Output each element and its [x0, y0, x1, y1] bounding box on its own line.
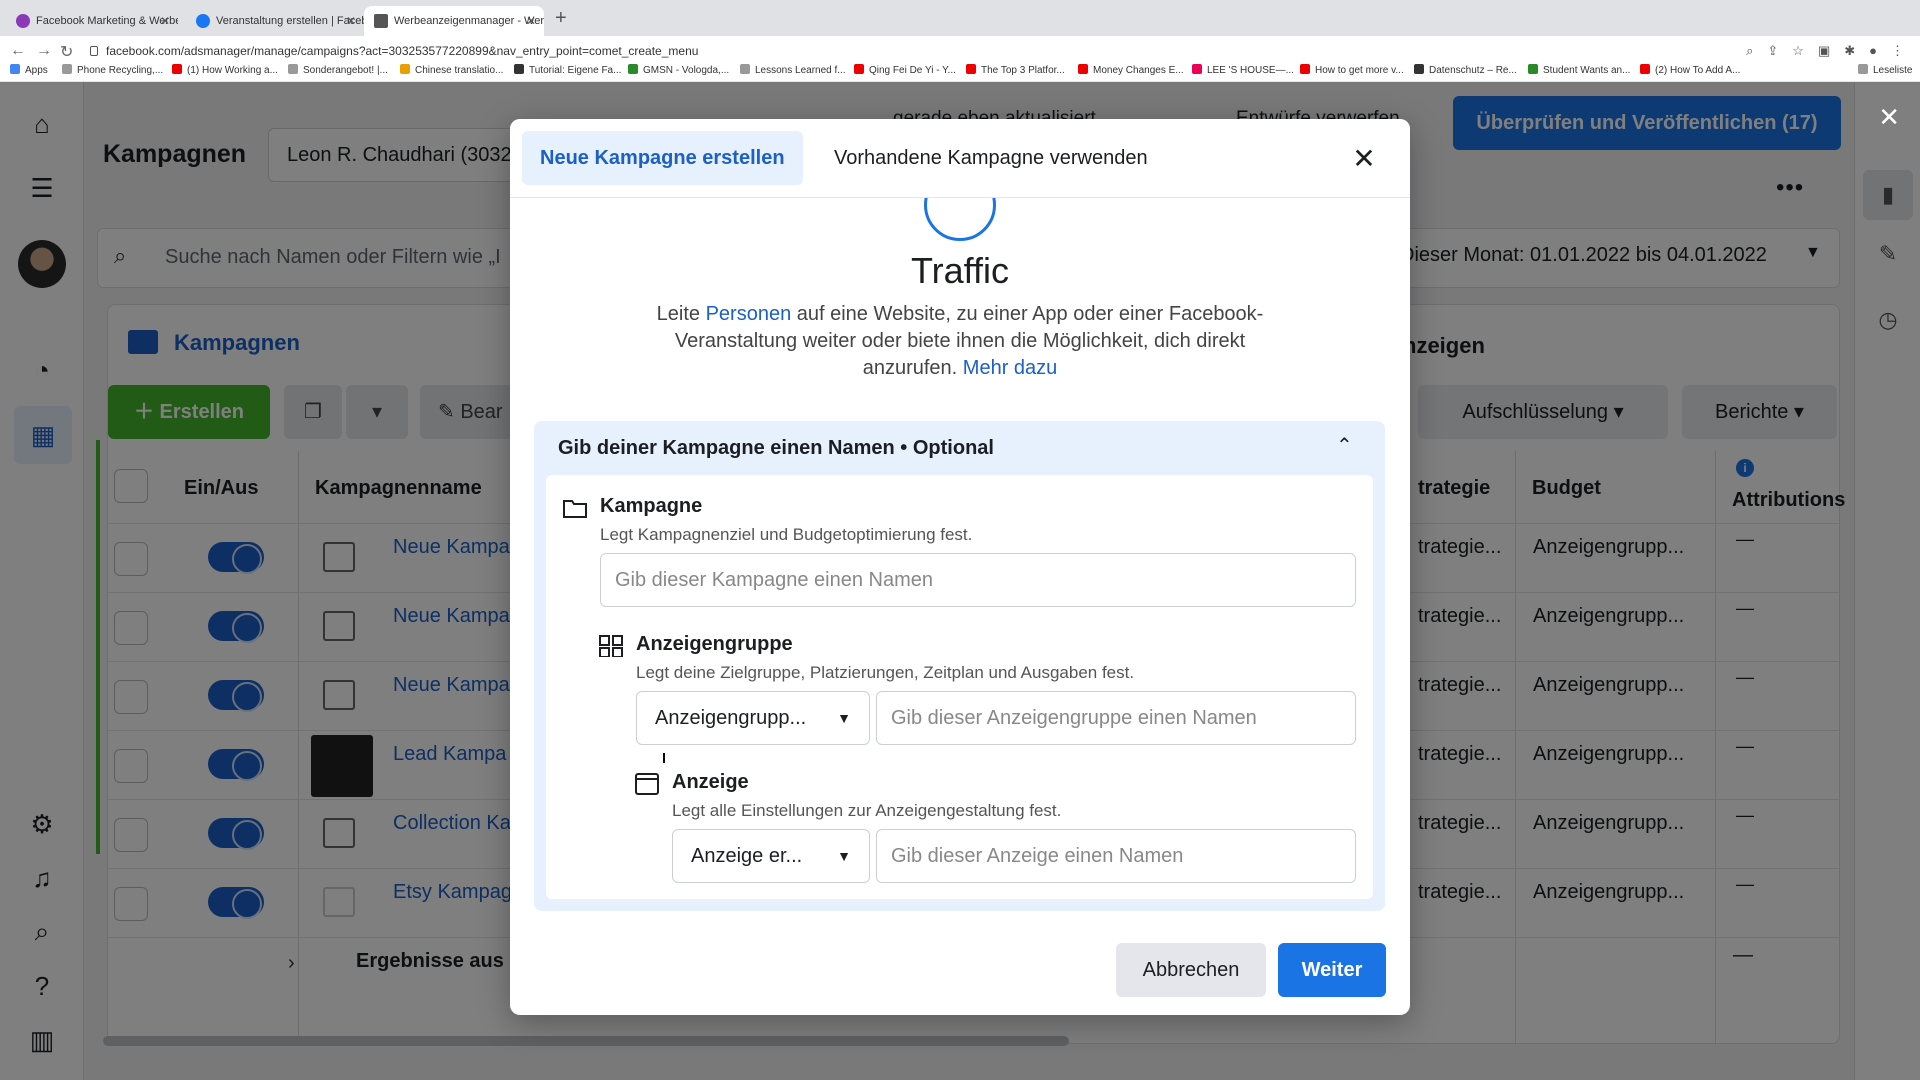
- bookmark-item[interactable]: Qing Fei De Yi - Y...: [854, 64, 956, 76]
- url-field[interactable]: facebook.com/adsmanager/manage/campaigns…: [90, 44, 698, 58]
- objective-title: Traffic: [910, 250, 1009, 291]
- ad-select-value: Anzeige er...: [691, 845, 803, 867]
- bookmark-item[interactable]: Phone Recycling,...: [62, 64, 163, 76]
- section-header[interactable]: Gib deiner Kampagne einen Namen • Option…: [558, 437, 994, 460]
- bookmark-item[interactable]: Tutorial: Eigene Fa...: [514, 64, 621, 76]
- bookmark-item[interactable]: The Top 3 Platfor...: [966, 64, 1065, 76]
- zoom-icon[interactable]: ⌕: [1746, 43, 1753, 59]
- next-button[interactable]: Weiter: [1278, 943, 1386, 997]
- star-icon[interactable]: ☆: [1792, 43, 1804, 59]
- tab-favicon-icon: [196, 14, 210, 28]
- puzzle-icon[interactable]: ✱: [1844, 43, 1855, 59]
- profile-icon[interactable]: ●: [1869, 43, 1877, 59]
- dialog-tabs: Neue Kampagne erstellen Vorhandene Kampa…: [510, 119, 1410, 198]
- mouse-cursor: [663, 753, 669, 763]
- bookmark-item[interactable]: Student Wants an...: [1528, 64, 1630, 76]
- create-campaign-dialog: Neue Kampagne erstellen Vorhandene Kampa…: [510, 119, 1410, 1015]
- campaign-level-title: Kampagne: [600, 495, 703, 517]
- close-icon[interactable]: ✕: [1346, 141, 1382, 177]
- campaign-level-description: Legt Kampagnenziel und Budgetoptimierung…: [600, 525, 973, 544]
- url-text: facebook.com/adsmanager/manage/campaigns…: [106, 44, 699, 58]
- new-tab-icon[interactable]: +: [555, 6, 567, 30]
- ad-level-description: Legt alle Einstellungen zur Anzeigengest…: [672, 801, 1062, 820]
- folder-icon: [563, 500, 587, 518]
- tab-new-campaign[interactable]: Neue Kampagne erstellen: [522, 131, 803, 185]
- bookmarks-bar: Apps Phone Recycling,... (1) How Working…: [0, 60, 1920, 82]
- bookmark-item[interactable]: Datenschutz – Re...: [1414, 64, 1517, 76]
- learn-more-link[interactable]: Mehr dazu: [963, 357, 1058, 379]
- close-tab-icon[interactable]: ✕: [346, 6, 356, 36]
- browser-tabbar: Facebook Marketing & Werbe... ✕ Veransta…: [0, 0, 1920, 36]
- ad-icon: [635, 773, 659, 795]
- ad-name-input[interactable]: Gib dieser Anzeige einen Namen: [876, 829, 1356, 883]
- bookmark-item[interactable]: Lessons Learned f...: [740, 64, 846, 76]
- tab-existing-campaign[interactable]: Vorhandene Kampagne verwenden: [816, 131, 1166, 185]
- menu-icon[interactable]: ⋮: [1891, 43, 1904, 59]
- bookmark-item[interactable]: Sonderangebot! |...: [288, 64, 388, 76]
- tab-title: Werbeanzeigenmanager - Wer...: [394, 15, 544, 27]
- ad-template-select[interactable]: Anzeige er... ▼: [672, 829, 870, 883]
- people-link[interactable]: Personen: [706, 303, 792, 325]
- tab-favicon-icon: [16, 14, 30, 28]
- adset-grid-icon: [599, 635, 623, 657]
- adset-level-description: Legt deine Zielgruppe, Platzierungen, Ze…: [636, 663, 1135, 682]
- bookmark-item[interactable]: Apps: [10, 64, 48, 76]
- close-icon[interactable]: ✕: [1878, 102, 1900, 133]
- caret-down-icon: ▼: [837, 848, 851, 864]
- adset-name-input[interactable]: Gib dieser Anzeigengruppe einen Namen: [876, 691, 1356, 745]
- close-tab-icon[interactable]: ✕: [160, 6, 170, 36]
- forward-icon[interactable]: →: [36, 42, 52, 60]
- bookmark-item[interactable]: (1) How Working a...: [172, 64, 278, 76]
- bookmark-item[interactable]: LEE 'S HOUSE—...: [1192, 64, 1294, 76]
- bookmark-item[interactable]: Money Changes E...: [1078, 64, 1184, 76]
- description-text: Leite: [656, 303, 706, 325]
- browser-tab-3[interactable]: Werbeanzeigenmanager - Wer... ✕: [364, 6, 544, 36]
- reading-list[interactable]: Leseliste: [1858, 64, 1912, 76]
- tab-title: Veranstaltung erstellen | Faceb...: [216, 15, 364, 27]
- adset-level-title: Anzeigengruppe: [636, 633, 793, 655]
- tab-favicon-icon: [374, 14, 388, 28]
- lock-icon: [90, 46, 98, 56]
- chevron-up-icon[interactable]: ⌃: [1336, 433, 1353, 458]
- address-bar-icons: ⌕ ⇪ ☆ ▣ ✱ ● ⋮: [1746, 43, 1904, 59]
- campaign-name-input[interactable]: Gib dieser Kampagne einen Namen: [600, 553, 1356, 607]
- extension-icon[interactable]: ▣: [1818, 43, 1830, 59]
- bookmark-item[interactable]: (2) How To Add A...: [1640, 64, 1740, 76]
- bookmark-item[interactable]: Chinese translatio...: [400, 64, 503, 76]
- cancel-button[interactable]: Abbrechen: [1116, 943, 1266, 997]
- bookmark-item[interactable]: GMSN - Vologda,...: [628, 64, 729, 76]
- objective-description: Leite Personen auf eine Website, zu eine…: [630, 301, 1290, 382]
- browser-tab-1[interactable]: Facebook Marketing & Werbe... ✕: [6, 6, 178, 36]
- naming-fields: Kampagne Legt Kampagnenziel und Budgetop…: [546, 475, 1373, 899]
- close-tab-icon[interactable]: ✕: [526, 6, 536, 36]
- share-icon[interactable]: ⇪: [1767, 43, 1778, 59]
- ad-level-title: Anzeige: [672, 771, 749, 793]
- back-icon[interactable]: ←: [10, 42, 26, 60]
- caret-down-icon: ▼: [837, 710, 851, 726]
- bookmark-item[interactable]: How to get more v...: [1300, 64, 1404, 76]
- reload-icon[interactable]: ↻: [60, 42, 73, 62]
- campaign-naming-section: Gib deiner Kampagne einen Namen • Option…: [534, 421, 1385, 911]
- browser-tab-2[interactable]: Veranstaltung erstellen | Faceb... ✕: [186, 6, 364, 36]
- tab-title: Facebook Marketing & Werbe...: [36, 15, 178, 27]
- adset-template-select[interactable]: Anzeigengrupp... ▼: [636, 691, 870, 745]
- adset-select-value: Anzeigengrupp...: [655, 707, 807, 729]
